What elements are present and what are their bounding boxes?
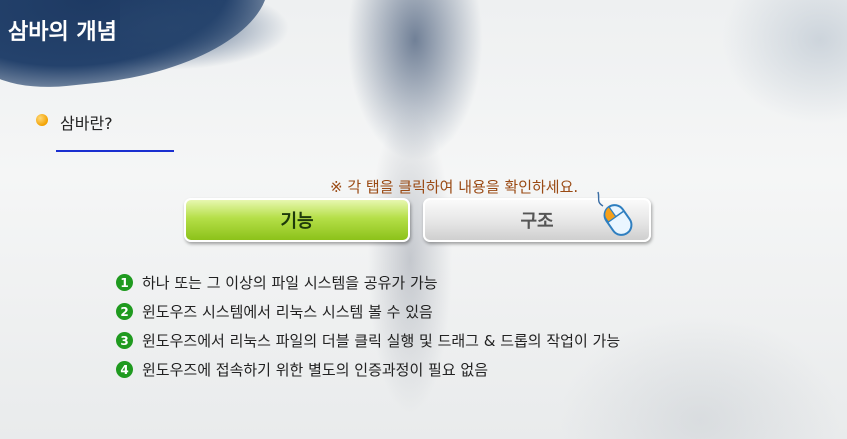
list-item: 2 윈도우즈 시스템에서 리눅스 시스템 볼 수 있음 — [116, 297, 620, 326]
number-badge-icon: 4 — [116, 361, 133, 378]
list-item: 4 윈도우즈에 접속하기 위한 별도의 인증과정이 필요 없음 — [116, 355, 620, 384]
orange-dot-icon — [36, 114, 48, 126]
number-badge-icon: 2 — [116, 303, 133, 320]
number-badge-icon: 3 — [116, 332, 133, 349]
mouse-icon — [597, 191, 633, 236]
feature-list: 1 하나 또는 그 이상의 파일 시스템을 공유가 가능 2 윈도우즈 시스템에… — [116, 268, 620, 384]
section-underline — [56, 150, 174, 152]
header-ink-blot-2 — [120, 0, 290, 70]
tab-instruction-notice: ※ 각 탭을 클릭하여 내용을 확인하세요. — [330, 178, 579, 196]
list-item-text: 하나 또는 그 이상의 파일 시스템을 공유가 가능 — [142, 274, 438, 292]
list-item: 1 하나 또는 그 이상의 파일 시스템을 공유가 가능 — [116, 268, 620, 297]
list-item: 3 윈도우즈에서 리눅스 파일의 더블 클릭 실행 및 드래그 & 드롭의 작업… — [116, 326, 620, 355]
list-item-text: 윈도우즈에서 리눅스 파일의 더블 클릭 실행 및 드래그 & 드롭의 작업이 … — [142, 332, 621, 350]
section-label: 삼바란? — [60, 114, 113, 133]
section-heading: 삼바란? — [36, 110, 113, 134]
page-title: 삼바의 개념 — [8, 20, 117, 45]
number-badge-icon: 1 — [116, 274, 133, 291]
tab-structure-label: 구조 — [520, 211, 554, 232]
list-item-text: 윈도우즈에 접속하기 위한 별도의 인증과정이 필요 없음 — [142, 361, 489, 379]
tab-function[interactable]: 기능 — [184, 198, 410, 242]
list-item-text: 윈도우즈 시스템에서 리눅스 시스템 볼 수 있음 — [142, 303, 433, 321]
tab-function-label: 기능 — [280, 211, 314, 232]
